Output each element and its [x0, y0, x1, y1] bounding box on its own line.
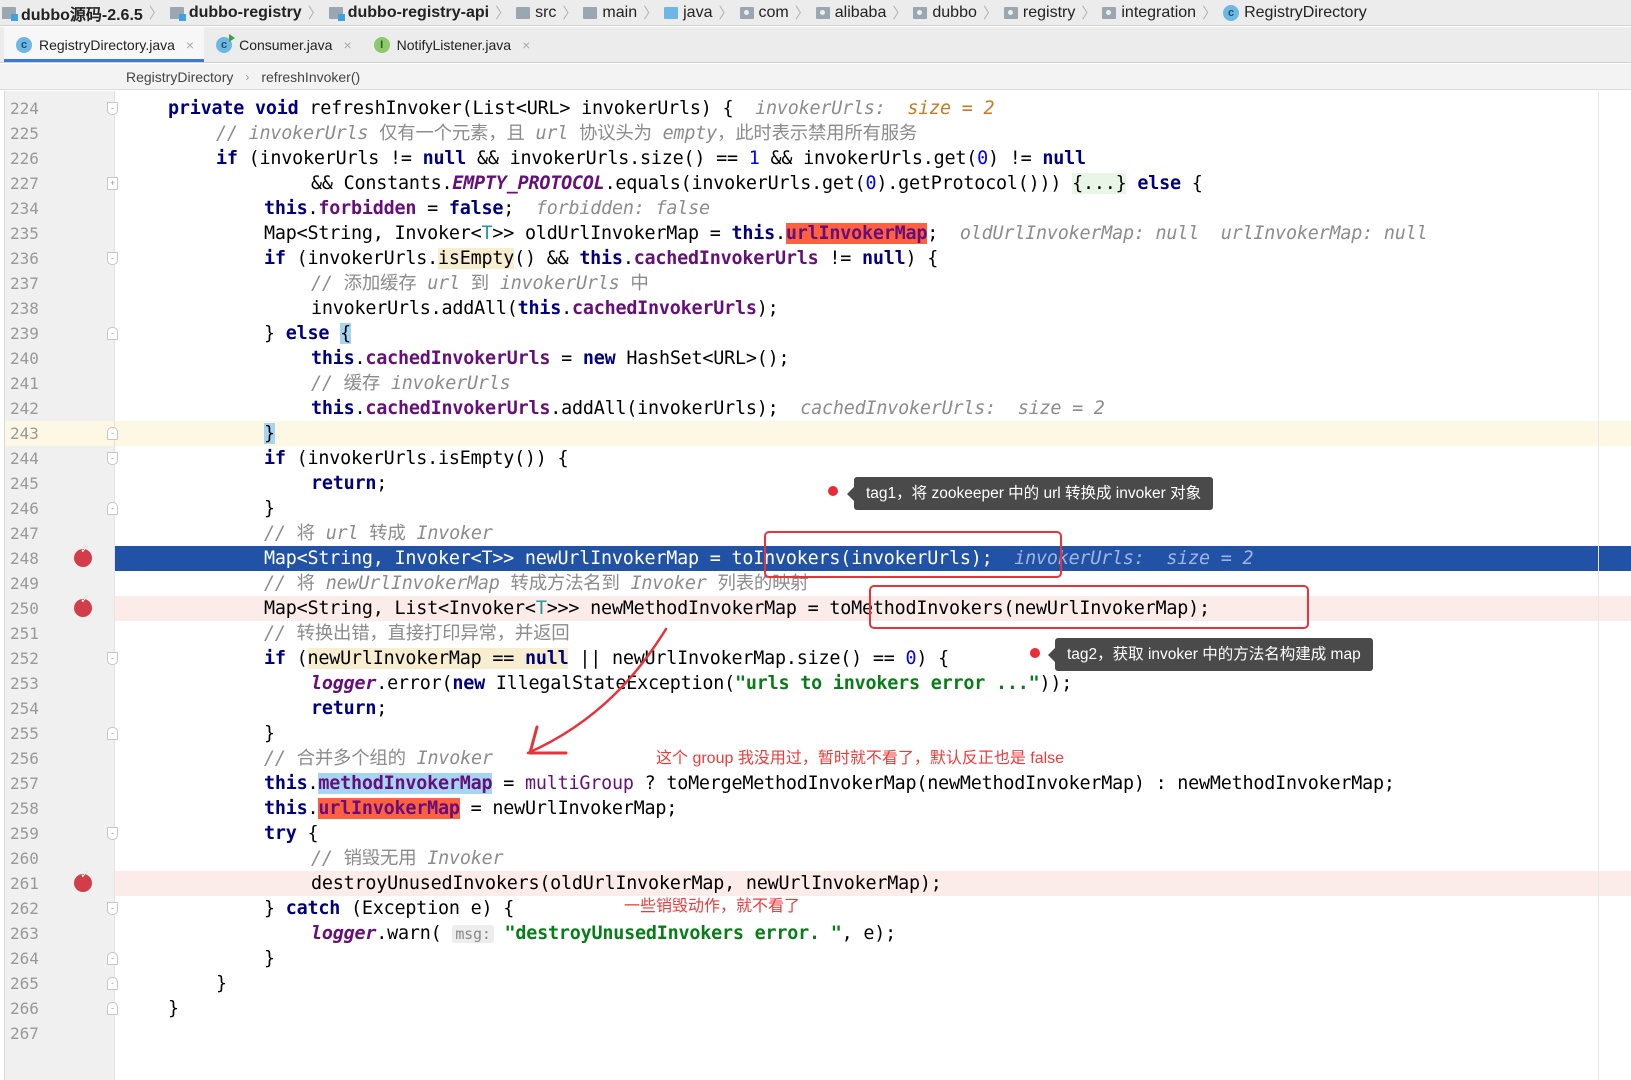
chevron-right-icon: 〉 [1202, 5, 1218, 22]
nav-item-registry-directory[interactable]: c RegistryDirectory [1223, 4, 1367, 22]
code-breadcrumb: RegistryDirectory › refreshInvoker() [0, 64, 1631, 90]
nav-item-project[interactable]: dubbo源码-2.6.5 [2, 1, 143, 25]
runnable-class-icon: c [216, 33, 236, 53]
package-icon [913, 6, 928, 19]
navigation-bar: dubbo源码-2.6.5 〉 dubbo-registry 〉 dubbo-r… [0, 0, 1631, 26]
nav-item-com[interactable]: com [739, 4, 789, 22]
annotation-arrow [526, 627, 668, 755]
nav-item-dubbo-registry-api[interactable]: dubbo-registry-api [328, 4, 489, 22]
code-editor[interactable]: 224 - private void refreshInvoker(List<U… [0, 91, 1631, 1080]
package-icon [1003, 6, 1018, 19]
chevron-right-icon: 〉 [495, 5, 511, 22]
nav-item-main[interactable]: main [583, 4, 637, 22]
source-folder-icon [664, 6, 679, 19]
class-icon: c [1223, 4, 1240, 21]
module-folder-icon [169, 6, 186, 21]
breadcrumb-class[interactable]: RegistryDirectory [126, 69, 233, 85]
editor-tabs: c RegistryDirectory.java × c Consumer.ja… [0, 27, 1631, 63]
class-icon: c [16, 36, 32, 53]
tab-registry-directory[interactable]: c RegistryDirectory.java × [4, 27, 205, 62]
chevron-right-icon: › [245, 69, 250, 84]
chevron-right-icon: 〉 [892, 5, 908, 22]
chevron-right-icon: 〉 [148, 5, 164, 22]
nav-item-src[interactable]: src [516, 4, 556, 22]
module-folder-icon [328, 6, 345, 21]
chevron-right-icon: 〉 [643, 5, 659, 22]
close-icon[interactable]: × [522, 37, 530, 53]
chevron-right-icon: 〉 [1081, 5, 1097, 22]
chevron-right-icon: 〉 [307, 5, 323, 22]
chevron-right-icon: 〉 [794, 5, 810, 22]
folder-icon [516, 6, 531, 19]
folder-icon [583, 6, 598, 19]
nav-item-alibaba[interactable]: alibaba [815, 4, 886, 22]
chevron-right-icon: 〉 [562, 5, 578, 22]
nav-item-integration[interactable]: integration [1102, 4, 1196, 22]
tab-notify-listener[interactable]: I NotifyListener.java × [362, 27, 541, 62]
breadcrumb-method[interactable]: refreshInvoker() [261, 69, 360, 85]
package-icon [815, 6, 830, 19]
nav-item-dubbo-registry[interactable]: dubbo-registry [169, 4, 302, 22]
arrow-line [526, 627, 668, 755]
chevron-right-icon: 〉 [718, 5, 734, 22]
package-icon [739, 6, 754, 19]
chevron-right-icon: 〉 [982, 5, 998, 22]
package-icon [1102, 6, 1117, 19]
tab-consumer[interactable]: c Consumer.java × [204, 27, 362, 62]
nav-item-java[interactable]: java [664, 4, 712, 22]
interface-icon: I [373, 36, 390, 53]
nav-item-dubbo[interactable]: dubbo [913, 4, 977, 22]
module-folder-icon [2, 6, 18, 21]
close-icon[interactable]: × [186, 37, 194, 53]
nav-item-registry[interactable]: registry [1003, 4, 1075, 22]
close-icon[interactable]: × [343, 37, 351, 53]
